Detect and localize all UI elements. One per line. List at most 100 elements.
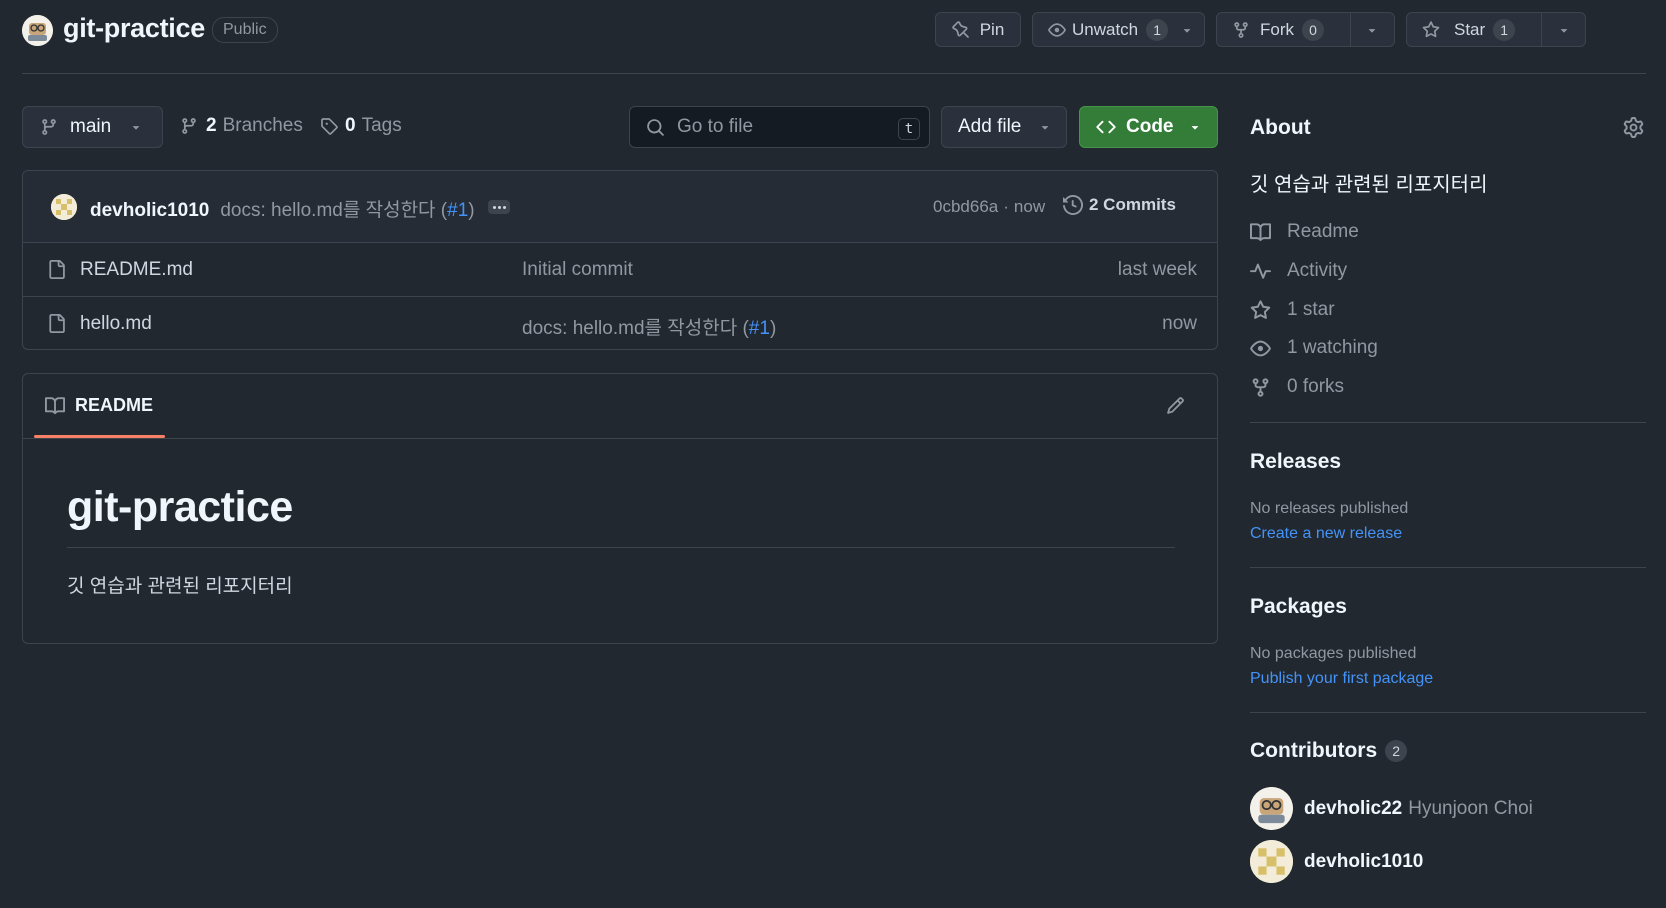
chevron-down-icon: [1042, 126, 1049, 130]
readme-tab-label: README: [75, 395, 154, 415]
code-button[interactable]: Code: [1079, 106, 1218, 148]
commit-hash[interactable]: 0cbd66a: [933, 197, 998, 217]
packages-heading[interactable]: Packages: [1250, 595, 1347, 619]
create-release-link[interactable]: Create a new release: [1250, 525, 1402, 543]
star-count: 1: [1493, 18, 1516, 41]
contributor-fullname: Hyunjoon Choi: [1408, 797, 1533, 819]
forks-label: 0 forks: [1287, 376, 1345, 397]
eye-icon: [1048, 22, 1066, 37]
file-icon: [49, 260, 65, 279]
star-button[interactable]: Star 1: [1406, 12, 1586, 47]
avatar[interactable]: [1250, 787, 1293, 830]
contributor-login[interactable]: devholic22: [1304, 798, 1402, 820]
fork-button[interactable]: Fork 0: [1216, 12, 1395, 47]
sidebar-divider: [1250, 712, 1646, 713]
activity-link[interactable]: Activity: [1250, 260, 1347, 282]
contributor-item[interactable]: devholic22 Hyunjoon Choi: [1250, 787, 1533, 830]
chevron-down-icon[interactable]: [1557, 23, 1571, 37]
stars-link[interactable]: 1 star: [1250, 299, 1335, 321]
table-row[interactable]: README.md Initial commit last week: [23, 242, 1217, 297]
fork-icon: [1252, 377, 1269, 397]
code-label: Code: [1126, 116, 1174, 137]
branch-name: main: [70, 116, 112, 137]
file-table: devholic1010 docs: hello.md를 작성한다 (#1) 0…: [22, 170, 1218, 350]
readme-body: 깃 연습과 관련된 리포지터리: [67, 576, 293, 597]
tags-label: Tags: [361, 115, 402, 136]
table-row[interactable]: hello.md docs: hello.md를 작성한다 (#1) now: [23, 297, 1217, 349]
add-file-button[interactable]: Add file: [941, 106, 1067, 148]
fork-icon: [1234, 21, 1248, 38]
readme-title-rule: [67, 547, 1175, 548]
fork-count: 0: [1302, 18, 1324, 41]
commit-separator: ·: [1003, 197, 1009, 216]
book-icon: [1250, 222, 1271, 241]
file-commit-message[interactable]: Initial commit: [522, 259, 633, 281]
releases-heading[interactable]: Releases: [1250, 450, 1341, 474]
readme-box: README git-practice 깃 연습과 관련된 리포지터리: [22, 373, 1218, 644]
tags-link[interactable]: 0 Tags: [320, 115, 402, 137]
publish-package-link[interactable]: Publish your first package: [1250, 670, 1433, 688]
star-icon: [1422, 20, 1440, 37]
commit-author-avatar[interactable]: [51, 194, 77, 220]
commits-link[interactable]: 2 Commits: [1063, 195, 1176, 215]
latest-commit-bar: devholic1010 docs: hello.md를 작성한다 (#1) 0…: [23, 171, 1217, 243]
chevron-down-icon: [132, 126, 140, 130]
about-description: 깃 연습과 관련된 리포지터리: [1250, 174, 1488, 196]
fork-label: Fork: [1260, 19, 1294, 39]
tag-icon: [321, 118, 338, 135]
readme-tab-underline: [34, 435, 165, 438]
repo-owner-avatar[interactable]: [22, 15, 53, 46]
contributors-count: 2: [1385, 740, 1408, 762]
readme-header: README: [23, 374, 1217, 439]
unwatch-button[interactable]: Unwatch 1: [1032, 12, 1205, 47]
pulse-icon: [1250, 263, 1271, 279]
header-divider: [22, 73, 1646, 74]
file-name[interactable]: README.md: [80, 259, 193, 281]
star-label: Star: [1454, 19, 1486, 39]
pin-icon: [951, 20, 969, 38]
commit-pr-link[interactable]: #1: [447, 200, 468, 222]
contributors-heading[interactable]: Contributors: [1250, 739, 1377, 763]
watchers-label: 1 watching: [1287, 337, 1378, 358]
branches-link[interactable]: 2 Branches: [180, 115, 303, 137]
git-branch-icon: [42, 119, 56, 135]
pencil-icon[interactable]: [1166, 396, 1185, 415]
branches-label: Branches: [222, 115, 303, 136]
avatar[interactable]: [1250, 840, 1293, 883]
contributor-login[interactable]: devholic1010: [1304, 851, 1423, 873]
go-to-file-search[interactable]: Go to file t: [629, 106, 930, 148]
readme-link[interactable]: Readme: [1250, 221, 1359, 243]
chevron-down-icon[interactable]: [1365, 23, 1379, 37]
watchers-link[interactable]: 1 watching: [1250, 337, 1378, 359]
commit-message[interactable]: docs: hello.md를 작성한다 (: [220, 195, 447, 222]
readme-tab[interactable]: README: [45, 395, 153, 416]
visibility-badge: Public: [212, 17, 278, 43]
repo-name[interactable]: git-practice: [63, 13, 205, 44]
chevron-down-icon[interactable]: [1180, 23, 1194, 37]
branches-count: 2: [206, 115, 217, 136]
watch-count: 1: [1146, 18, 1169, 41]
pin-label: Pin: [979, 19, 1005, 39]
file-pr-link[interactable]: #1: [749, 318, 770, 339]
commit-author[interactable]: devholic1010: [90, 200, 209, 222]
readme-title: git-practice: [67, 483, 293, 531]
pin-button[interactable]: Pin: [935, 12, 1021, 47]
forks-link[interactable]: 0 forks: [1250, 376, 1344, 398]
file-name[interactable]: hello.md: [80, 313, 152, 335]
search-placeholder: Go to file: [677, 116, 754, 137]
commit-time: now: [1013, 197, 1046, 216]
star-icon: [1250, 299, 1271, 319]
commits-label: 2 Commits: [1089, 195, 1176, 214]
contributor-item[interactable]: devholic1010: [1250, 840, 1423, 883]
branch-selector[interactable]: main: [22, 106, 163, 148]
sidebar-divider: [1250, 567, 1646, 568]
unwatch-label: Unwatch: [1072, 19, 1139, 39]
readme-link-label: Readme: [1287, 221, 1359, 242]
book-icon: [45, 396, 65, 414]
releases-empty: No releases published: [1250, 500, 1409, 517]
gear-icon[interactable]: [1623, 117, 1644, 138]
sidebar-divider: [1250, 422, 1646, 423]
git-branch-icon: [182, 118, 196, 134]
commit-expand-button[interactable]: [488, 200, 510, 214]
file-commit-message[interactable]: docs: hello.md를 작성한다 (: [522, 318, 749, 339]
